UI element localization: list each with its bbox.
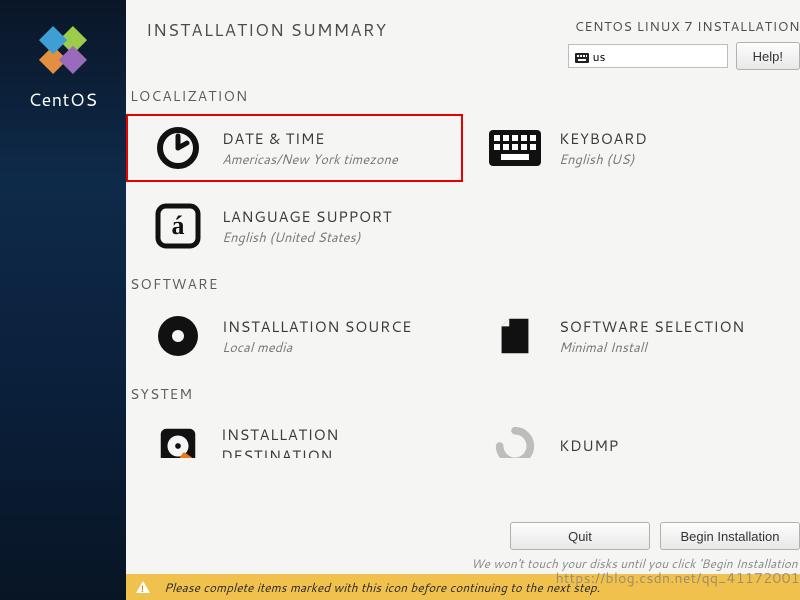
spoke-kdump[interactable]: KDUMP xyxy=(463,412,800,458)
keyboard-icon xyxy=(489,122,541,174)
keyboard-layout-label: us xyxy=(593,48,606,65)
spoke-title: KEYBOARD xyxy=(559,128,647,149)
svg-text:á: á xyxy=(172,211,185,240)
warning-text: Please complete items marked with this i… xyxy=(164,579,600,596)
spoke-status: English (United States) xyxy=(222,229,392,247)
warning-icon xyxy=(136,581,150,593)
kdump-icon xyxy=(489,420,541,458)
warning-bar: Please complete items marked with this i… xyxy=(126,574,800,600)
page-title: INSTALLATION SUMMARY xyxy=(146,18,387,42)
disk-icon xyxy=(152,420,203,458)
header: INSTALLATION SUMMARY CENTOS LINUX 7 INST… xyxy=(126,0,800,72)
footer-hint: We won't touch your disks until you clic… xyxy=(471,555,800,572)
package-icon xyxy=(489,310,541,362)
spoke-status: Local media xyxy=(222,339,412,357)
spoke-title: KDUMP xyxy=(559,435,619,456)
sidebar: CentOS xyxy=(0,0,126,600)
spoke-status: Minimal Install xyxy=(559,339,745,357)
spoke-title: SOFTWARE SELECTION xyxy=(559,316,745,337)
page-subtitle: CENTOS LINUX 7 INSTALLATION xyxy=(568,18,800,36)
spoke-title: INSTALLATION DESTINATION xyxy=(221,424,451,458)
help-button[interactable]: Help! xyxy=(736,42,800,70)
spoke-title: DATE & TIME xyxy=(222,128,398,149)
section-heading-localization: LOCALIZATION xyxy=(130,86,800,106)
begin-installation-button[interactable]: Begin Installation xyxy=(660,522,800,550)
spoke-keyboard[interactable]: KEYBOARD English (US) xyxy=(463,114,800,182)
main-panel: INSTALLATION SUMMARY CENTOS LINUX 7 INST… xyxy=(126,0,800,600)
spoke-date-time[interactable]: DATE & TIME Americas/New York timezone xyxy=(126,114,463,182)
keyboard-layout-indicator[interactable]: us xyxy=(568,44,728,68)
quit-button[interactable]: Quit xyxy=(510,522,650,550)
spoke-status: English (US) xyxy=(559,151,647,169)
footer-buttons: Quit Begin Installation xyxy=(510,522,800,550)
spoke-language-support[interactable]: á LANGUAGE SUPPORT English (United State… xyxy=(126,192,463,260)
centos-logo-icon xyxy=(35,22,91,78)
keyboard-icon xyxy=(575,50,589,62)
spoke-status: Americas/New York timezone xyxy=(222,151,398,169)
spoke-software-selection[interactable]: SOFTWARE SELECTION Minimal Install xyxy=(463,302,800,370)
spoke-title: LANGUAGE SUPPORT xyxy=(222,206,392,227)
language-icon: á xyxy=(152,200,204,252)
brand-label: CentOS xyxy=(28,86,97,112)
disc-icon xyxy=(152,310,204,362)
spoke-installation-destination[interactable]: INSTALLATION DESTINATION xyxy=(126,412,463,458)
clock-icon xyxy=(152,122,204,174)
spoke-installation-source[interactable]: INSTALLATION SOURCE Local media xyxy=(126,302,463,370)
spoke-title: INSTALLATION SOURCE xyxy=(222,316,412,337)
section-heading-software: SOFTWARE xyxy=(130,274,800,294)
section-heading-system: SYSTEM xyxy=(130,384,800,404)
